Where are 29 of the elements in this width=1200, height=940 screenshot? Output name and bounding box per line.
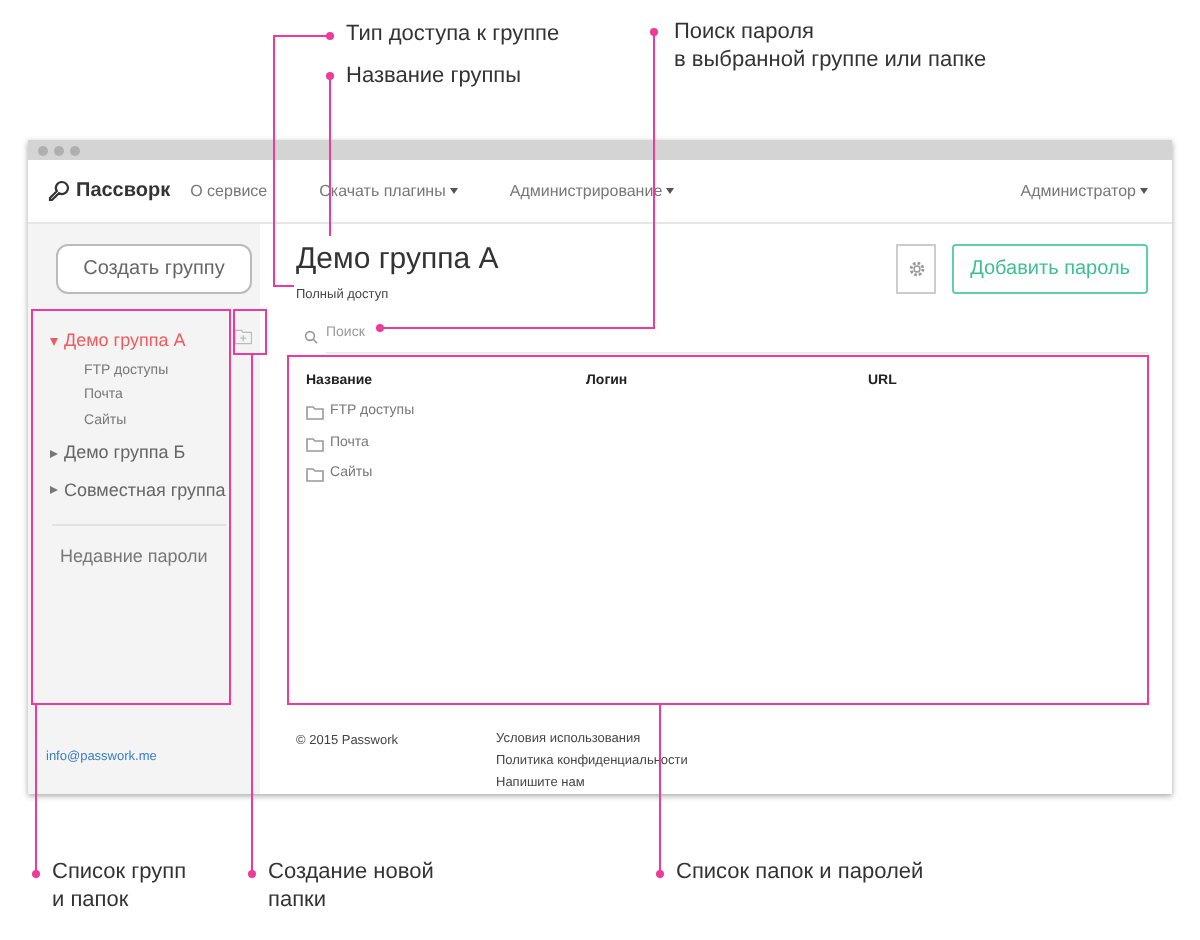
nav-link[interactable]: О сервисе bbox=[190, 179, 268, 203]
key-icon bbox=[48, 180, 70, 202]
callout-label: Список групп и папок bbox=[52, 860, 187, 914]
callout-label: Название группы bbox=[346, 64, 522, 91]
window-dot-icon bbox=[54, 145, 64, 155]
group-item[interactable]: Демо группа А bbox=[44, 322, 226, 359]
logo-text[interactable]: Пассворк bbox=[76, 176, 171, 206]
window-dot-icon bbox=[70, 145, 80, 155]
caret-icon bbox=[449, 188, 458, 194]
user-menu[interactable]: Администратор bbox=[1020, 179, 1148, 203]
callout-label: Список папок и паролей bbox=[676, 860, 924, 887]
collapsed-triangle-icon bbox=[50, 449, 58, 458]
settings-button[interactable] bbox=[896, 244, 937, 294]
caret-icon bbox=[666, 188, 675, 194]
callout-label: Поиск пароля в выбранной группе или папке bbox=[674, 20, 987, 74]
callout-label: Создание новой папки bbox=[268, 860, 434, 914]
callout-label: Тип доступа к группе bbox=[346, 22, 560, 49]
window-dot-icon bbox=[38, 145, 48, 155]
settings-icon bbox=[905, 258, 928, 280]
new-folder-icon[interactable] bbox=[233, 328, 252, 346]
search-icon bbox=[304, 330, 318, 344]
recent-passwords-link[interactable]: Недавние пароли bbox=[60, 544, 226, 571]
group-item[interactable]: Совместная группа bbox=[44, 471, 226, 508]
collapsed-triangle-icon bbox=[50, 486, 58, 495]
caret-icon bbox=[1140, 188, 1148, 194]
expanded-triangle-icon bbox=[50, 337, 58, 346]
group-item[interactable]: Демо группа Б bbox=[44, 434, 226, 471]
create-group-button[interactable]: Создать группу bbox=[56, 244, 252, 294]
group-title: Демо группа А bbox=[296, 244, 501, 277]
